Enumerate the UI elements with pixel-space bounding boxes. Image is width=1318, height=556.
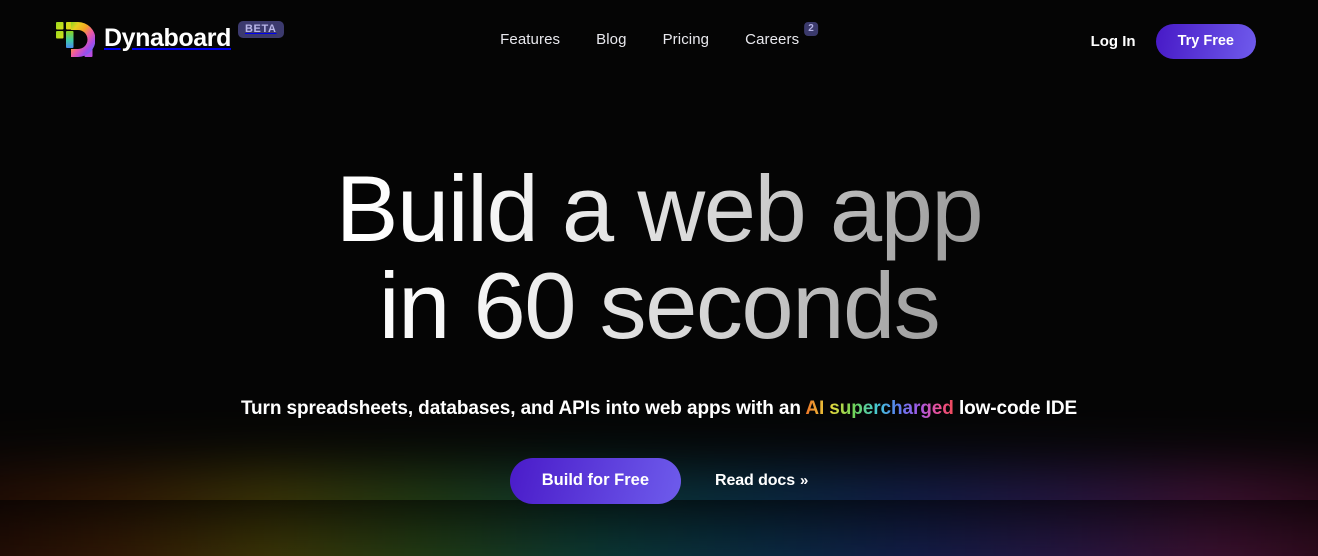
header-actions: Log In Try Free — [1091, 24, 1256, 60]
main-nav: Features Blog Pricing Careers 2 — [500, 22, 818, 51]
hero-subtitle: Turn spreadsheets, databases, and APIs i… — [241, 398, 1077, 420]
nav-item-features-label: Features — [500, 31, 561, 48]
double-chevron-right-icon: » — [800, 472, 809, 490]
nav-item-careers[interactable]: Careers 2 — [745, 22, 818, 51]
login-link[interactable]: Log In — [1091, 33, 1136, 50]
careers-count-badge: 2 — [804, 22, 818, 36]
nav-item-blog-label: Blog — [596, 31, 627, 48]
site-header: Dynaboard BETA Features Blog Pricing Car… — [0, 0, 1318, 82]
hero-title-line-2: in 60 seconds — [378, 253, 940, 358]
hero-subtitle-before: Turn spreadsheets, databases, and APIs i… — [240, 398, 806, 419]
hero-title: Build a web app in 60 seconds — [336, 160, 982, 354]
brand-logo-link[interactable]: Dynaboard BETA — [55, 18, 284, 62]
try-free-button[interactable]: Try Free — [1155, 24, 1256, 60]
read-docs-link[interactable]: Read docs » — [715, 472, 808, 490]
brand-name: Dynaboard — [104, 24, 231, 52]
hero-title-line-1: Build a web app — [335, 156, 983, 261]
hero-section: Build a web app in 60 seconds Turn sprea… — [0, 0, 1318, 556]
beta-badge: BETA — [237, 21, 284, 38]
page-root: Dynaboard BETA Features Blog Pricing Car… — [0, 0, 1318, 556]
nav-item-careers-label: Careers — [745, 31, 800, 48]
nav-item-blog[interactable]: Blog — [596, 29, 626, 51]
read-docs-label: Read docs — [715, 471, 796, 489]
hero-cta-group: Build for Free Read docs » — [509, 458, 808, 504]
build-for-free-button[interactable]: Build for Free — [509, 458, 681, 504]
hero-subtitle-after: low-code IDE — [953, 398, 1078, 419]
nav-item-pricing[interactable]: Pricing — [663, 29, 710, 51]
hero-subtitle-highlight: AI supercharged — [805, 398, 954, 419]
dynaboard-logo-icon — [56, 22, 95, 57]
nav-item-pricing-label: Pricing — [662, 31, 710, 48]
nav-item-features[interactable]: Features — [500, 29, 560, 51]
